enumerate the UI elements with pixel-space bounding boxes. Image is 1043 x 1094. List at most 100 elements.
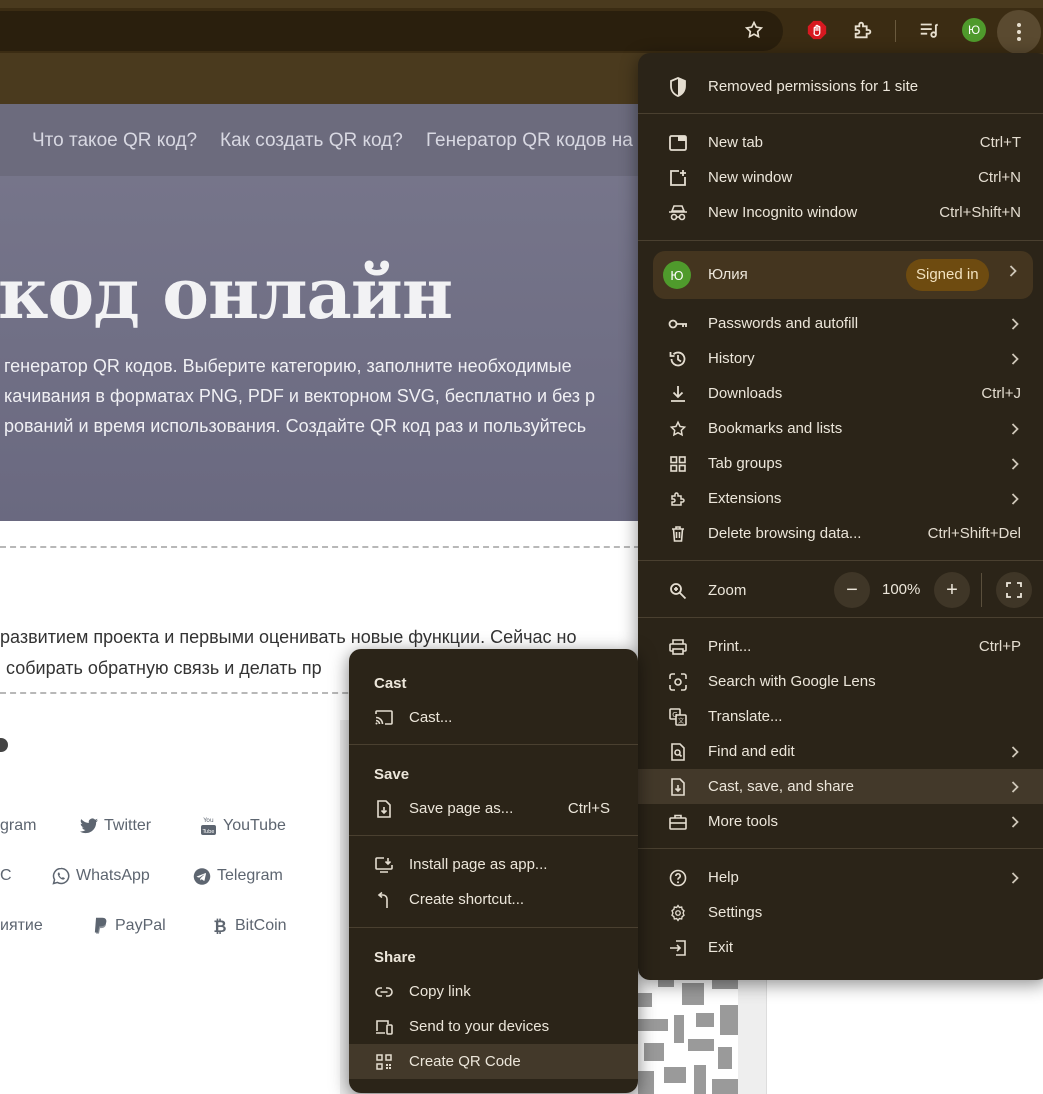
chevron-right-icon bbox=[1011, 815, 1019, 828]
download-icon bbox=[668, 384, 688, 404]
menu-item-cast-save-share[interactable]: Cast, save, and share bbox=[638, 769, 1043, 804]
adblock-extension-icon[interactable] bbox=[803, 16, 831, 44]
nav-link-how-to-create[interactable]: Как создать QR код? bbox=[220, 130, 403, 152]
menu-item-more-tools[interactable]: More tools bbox=[638, 804, 1043, 839]
menu-profile-row[interactable]: Ю Юлия Signed in bbox=[653, 251, 1033, 299]
submenu-header-save: Save bbox=[374, 766, 410, 783]
chevron-right-icon bbox=[1011, 317, 1019, 330]
whatsapp-icon bbox=[52, 867, 70, 885]
submenu-item-send-devices[interactable]: Send to your devices bbox=[349, 1009, 638, 1044]
category-telegram[interactable]: Telegram bbox=[193, 867, 283, 885]
menu-item-extensions[interactable]: Extensions bbox=[638, 481, 1043, 516]
avatar: Ю bbox=[962, 18, 986, 42]
chevron-right-icon bbox=[1011, 422, 1019, 435]
menu-item-new-incognito[interactable]: New Incognito window Ctrl+Shift+N bbox=[638, 195, 1043, 230]
menu-item-removed-permissions[interactable]: Removed permissions for 1 site bbox=[638, 69, 1043, 104]
menu-item-google-lens[interactable]: Search with Google Lens bbox=[638, 664, 1043, 699]
menu-item-exit[interactable]: Exit bbox=[638, 930, 1043, 965]
submenu-item-create-qr[interactable]: Create QR Code bbox=[349, 1044, 638, 1079]
translate-icon: G文 bbox=[668, 707, 688, 727]
section-heading-fragment bbox=[0, 738, 8, 752]
new-window-icon bbox=[668, 168, 688, 188]
google-lens-icon bbox=[668, 672, 688, 692]
zoom-out-button[interactable]: − bbox=[834, 572, 870, 608]
avatar: Ю bbox=[663, 261, 691, 289]
fullscreen-button[interactable] bbox=[996, 572, 1032, 608]
bitcoin-icon: ₿ bbox=[211, 917, 229, 936]
media-control-icon[interactable] bbox=[915, 16, 943, 44]
save-share-icon bbox=[668, 777, 688, 797]
twitter-icon bbox=[80, 817, 98, 835]
hero-text-line-3: рований и время использования. Создайте … bbox=[4, 416, 587, 436]
chrome-main-menu: Removed permissions for 1 site New tab C… bbox=[638, 53, 1043, 980]
bookmark-star-icon[interactable] bbox=[740, 16, 768, 44]
category-partial-event[interactable]: иятие bbox=[0, 917, 43, 935]
svg-text:G: G bbox=[672, 711, 677, 719]
new-tab-icon bbox=[668, 133, 688, 153]
menu-item-tab-groups[interactable]: Tab groups bbox=[638, 446, 1043, 481]
menu-item-history[interactable]: History bbox=[638, 341, 1043, 376]
menu-item-downloads[interactable]: Downloads Ctrl+J bbox=[638, 376, 1043, 411]
star-icon bbox=[668, 419, 688, 439]
category-partial-c[interactable]: C bbox=[0, 867, 12, 885]
incognito-icon bbox=[668, 203, 688, 223]
menu-item-new-tab[interactable]: New tab Ctrl+T bbox=[638, 125, 1043, 160]
hero-section: код онлайн генератор QR кодов. Выберите … bbox=[0, 176, 640, 521]
submenu-item-save-page[interactable]: Save page as... Ctrl+S bbox=[349, 791, 638, 826]
address-bar[interactable] bbox=[0, 11, 783, 51]
category-paypal[interactable]: PayPal bbox=[91, 917, 166, 935]
three-dots-icon bbox=[1017, 23, 1021, 41]
extensions-puzzle-icon[interactable] bbox=[849, 16, 877, 44]
submenu-item-create-shortcut[interactable]: Create shortcut... bbox=[349, 882, 638, 917]
menu-separator bbox=[638, 848, 1043, 849]
svg-text:You: You bbox=[202, 817, 214, 824]
chevron-right-icon bbox=[1011, 457, 1019, 470]
shortcut-icon bbox=[374, 890, 394, 910]
menu-separator bbox=[638, 617, 1043, 618]
menu-item-settings[interactable]: Settings bbox=[638, 895, 1043, 930]
notice-border-top bbox=[0, 546, 640, 548]
fullscreen-icon bbox=[1006, 582, 1022, 598]
category-whatsapp[interactable]: WhatsApp bbox=[52, 867, 150, 885]
menu-item-new-window[interactable]: New window Ctrl+N bbox=[638, 160, 1043, 195]
chevron-right-icon bbox=[1011, 780, 1019, 793]
submenu-item-cast[interactable]: Cast... bbox=[349, 700, 638, 735]
menu-item-print[interactable]: Print... Ctrl+P bbox=[638, 629, 1043, 664]
chevron-right-icon bbox=[1009, 265, 1017, 277]
menu-item-find-edit[interactable]: Find and edit bbox=[638, 734, 1043, 769]
submenu-item-install-app[interactable]: Install page as app... bbox=[349, 847, 638, 882]
chevron-right-icon bbox=[1011, 745, 1019, 758]
gear-icon bbox=[668, 903, 688, 923]
cast-icon bbox=[374, 708, 394, 728]
page-title: код онлайн bbox=[0, 252, 453, 335]
help-icon bbox=[668, 868, 688, 888]
menu-item-translate[interactable]: G文 Translate... bbox=[638, 699, 1043, 734]
menu-item-help[interactable]: Help bbox=[638, 860, 1043, 895]
zoom-icon bbox=[668, 581, 688, 601]
cast-save-share-submenu: Cast Cast... Save Save page as... Ctrl+S… bbox=[349, 649, 638, 1093]
category-bitcoin[interactable]: ₿ BitCoin bbox=[211, 917, 286, 936]
puzzle-icon bbox=[668, 489, 688, 509]
nav-link-what-is-qr[interactable]: Что такое QR код? bbox=[32, 130, 197, 152]
site-navigation: Что такое QR код? Как создать QR код? Ге… bbox=[0, 104, 640, 176]
category-instagram[interactable]: gram bbox=[0, 817, 36, 835]
exit-icon bbox=[668, 938, 688, 958]
menu-separator bbox=[638, 113, 1043, 114]
menu-item-bookmarks[interactable]: Bookmarks and lists bbox=[638, 411, 1043, 446]
nav-link-generator[interactable]: Генератор QR кодов на bbox=[426, 130, 633, 152]
submenu-item-copy-link[interactable]: Copy link bbox=[349, 974, 638, 1009]
chrome-menu-button[interactable] bbox=[997, 10, 1041, 54]
menu-item-delete-browsing-data[interactable]: Delete browsing data... Ctrl+Shift+Del bbox=[638, 516, 1043, 551]
link-icon bbox=[374, 982, 394, 1002]
submenu-header-share: Share bbox=[374, 949, 416, 966]
category-youtube[interactable]: You Tube You Tube bbox=[199, 817, 286, 835]
qr-code-preview bbox=[638, 975, 738, 1094]
tab-groups-icon bbox=[668, 454, 688, 474]
menu-item-passwords[interactable]: Passwords and autofill bbox=[638, 306, 1043, 341]
zoom-in-button[interactable]: + bbox=[934, 572, 970, 608]
menu-separator bbox=[638, 560, 1043, 561]
chevron-right-icon bbox=[1011, 871, 1019, 884]
profile-avatar-button[interactable]: Ю bbox=[960, 16, 988, 44]
category-twitter[interactable]: Twitter bbox=[80, 817, 151, 835]
hero-text-line-2: качивания в форматах PNG, PDF и векторно… bbox=[4, 386, 596, 406]
